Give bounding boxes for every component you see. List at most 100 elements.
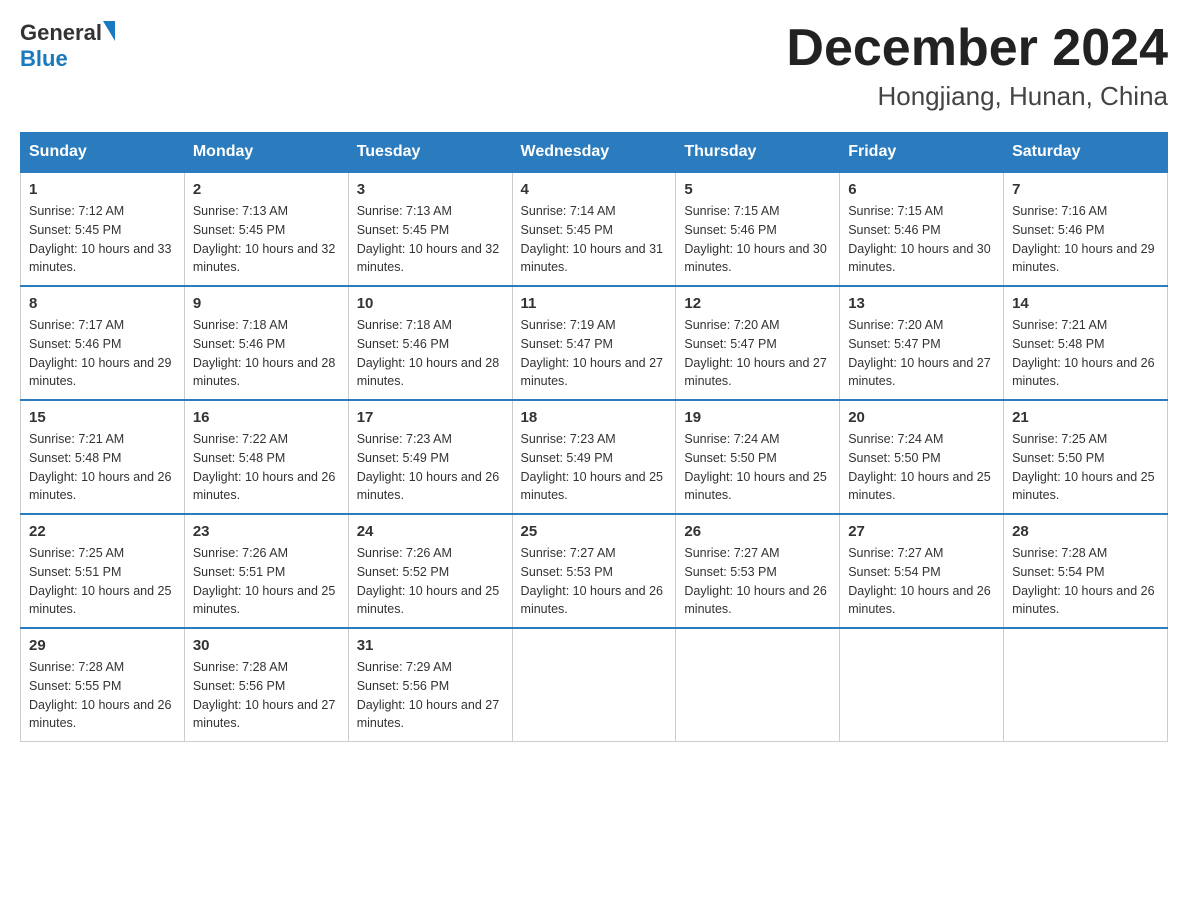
- weekday-header-tuesday: Tuesday: [348, 133, 512, 173]
- day-info: Sunrise: 7:23 AM Sunset: 5:49 PM Dayligh…: [357, 430, 504, 505]
- week-row-4: 22 Sunrise: 7:25 AM Sunset: 5:51 PM Dayl…: [21, 514, 1168, 628]
- logo: General Blue: [20, 20, 115, 72]
- calendar-cell: 4 Sunrise: 7:14 AM Sunset: 5:45 PM Dayli…: [512, 172, 676, 286]
- day-info: Sunrise: 7:20 AM Sunset: 5:47 PM Dayligh…: [684, 316, 831, 391]
- day-number: 12: [684, 295, 831, 312]
- calendar-header: SundayMondayTuesdayWednesdayThursdayFrid…: [21, 133, 1168, 173]
- day-number: 3: [357, 181, 504, 198]
- calendar-cell: 21 Sunrise: 7:25 AM Sunset: 5:50 PM Dayl…: [1004, 400, 1168, 514]
- weekday-header-saturday: Saturday: [1004, 133, 1168, 173]
- day-number: 2: [193, 181, 340, 198]
- calendar-cell: 5 Sunrise: 7:15 AM Sunset: 5:46 PM Dayli…: [676, 172, 840, 286]
- day-number: 24: [357, 523, 504, 540]
- day-info: Sunrise: 7:18 AM Sunset: 5:46 PM Dayligh…: [193, 316, 340, 391]
- day-number: 15: [29, 409, 176, 426]
- weekday-header-wednesday: Wednesday: [512, 133, 676, 173]
- week-row-2: 8 Sunrise: 7:17 AM Sunset: 5:46 PM Dayli…: [21, 286, 1168, 400]
- calendar-cell: 2 Sunrise: 7:13 AM Sunset: 5:45 PM Dayli…: [184, 172, 348, 286]
- day-info: Sunrise: 7:13 AM Sunset: 5:45 PM Dayligh…: [357, 202, 504, 277]
- week-row-3: 15 Sunrise: 7:21 AM Sunset: 5:48 PM Dayl…: [21, 400, 1168, 514]
- calendar-cell: [1004, 628, 1168, 742]
- week-row-5: 29 Sunrise: 7:28 AM Sunset: 5:55 PM Dayl…: [21, 628, 1168, 742]
- day-info: Sunrise: 7:28 AM Sunset: 5:55 PM Dayligh…: [29, 658, 176, 733]
- logo-triangle-icon: [103, 21, 115, 41]
- calendar-cell: 16 Sunrise: 7:22 AM Sunset: 5:48 PM Dayl…: [184, 400, 348, 514]
- day-info: Sunrise: 7:26 AM Sunset: 5:51 PM Dayligh…: [193, 544, 340, 619]
- day-number: 5: [684, 181, 831, 198]
- day-info: Sunrise: 7:23 AM Sunset: 5:49 PM Dayligh…: [521, 430, 668, 505]
- day-info: Sunrise: 7:28 AM Sunset: 5:56 PM Dayligh…: [193, 658, 340, 733]
- day-number: 8: [29, 295, 176, 312]
- day-info: Sunrise: 7:21 AM Sunset: 5:48 PM Dayligh…: [1012, 316, 1159, 391]
- calendar-cell: [840, 628, 1004, 742]
- calendar-cell: 12 Sunrise: 7:20 AM Sunset: 5:47 PM Dayl…: [676, 286, 840, 400]
- day-info: Sunrise: 7:29 AM Sunset: 5:56 PM Dayligh…: [357, 658, 504, 733]
- day-info: Sunrise: 7:16 AM Sunset: 5:46 PM Dayligh…: [1012, 202, 1159, 277]
- day-number: 18: [521, 409, 668, 426]
- logo-general-text: General: [20, 20, 102, 46]
- calendar-cell: 19 Sunrise: 7:24 AM Sunset: 5:50 PM Dayl…: [676, 400, 840, 514]
- day-info: Sunrise: 7:25 AM Sunset: 5:50 PM Dayligh…: [1012, 430, 1159, 505]
- calendar-cell: 27 Sunrise: 7:27 AM Sunset: 5:54 PM Dayl…: [840, 514, 1004, 628]
- day-info: Sunrise: 7:27 AM Sunset: 5:53 PM Dayligh…: [684, 544, 831, 619]
- weekday-header-thursday: Thursday: [676, 133, 840, 173]
- day-info: Sunrise: 7:17 AM Sunset: 5:46 PM Dayligh…: [29, 316, 176, 391]
- day-info: Sunrise: 7:15 AM Sunset: 5:46 PM Dayligh…: [848, 202, 995, 277]
- calendar-cell: 1 Sunrise: 7:12 AM Sunset: 5:45 PM Dayli…: [21, 172, 185, 286]
- calendar-cell: 26 Sunrise: 7:27 AM Sunset: 5:53 PM Dayl…: [676, 514, 840, 628]
- day-info: Sunrise: 7:26 AM Sunset: 5:52 PM Dayligh…: [357, 544, 504, 619]
- calendar-cell: 8 Sunrise: 7:17 AM Sunset: 5:46 PM Dayli…: [21, 286, 185, 400]
- calendar-cell: 30 Sunrise: 7:28 AM Sunset: 5:56 PM Dayl…: [184, 628, 348, 742]
- calendar-cell: [512, 628, 676, 742]
- day-info: Sunrise: 7:27 AM Sunset: 5:54 PM Dayligh…: [848, 544, 995, 619]
- calendar-cell: 18 Sunrise: 7:23 AM Sunset: 5:49 PM Dayl…: [512, 400, 676, 514]
- day-number: 7: [1012, 181, 1159, 198]
- calendar-cell: 23 Sunrise: 7:26 AM Sunset: 5:51 PM Dayl…: [184, 514, 348, 628]
- day-info: Sunrise: 7:22 AM Sunset: 5:48 PM Dayligh…: [193, 430, 340, 505]
- calendar-cell: 3 Sunrise: 7:13 AM Sunset: 5:45 PM Dayli…: [348, 172, 512, 286]
- calendar-body: 1 Sunrise: 7:12 AM Sunset: 5:45 PM Dayli…: [21, 172, 1168, 742]
- day-number: 25: [521, 523, 668, 540]
- day-info: Sunrise: 7:28 AM Sunset: 5:54 PM Dayligh…: [1012, 544, 1159, 619]
- day-info: Sunrise: 7:19 AM Sunset: 5:47 PM Dayligh…: [521, 316, 668, 391]
- day-number: 31: [357, 637, 504, 654]
- day-number: 16: [193, 409, 340, 426]
- day-number: 4: [521, 181, 668, 198]
- day-number: 27: [848, 523, 995, 540]
- weekday-header-monday: Monday: [184, 133, 348, 173]
- calendar-cell: 31 Sunrise: 7:29 AM Sunset: 5:56 PM Dayl…: [348, 628, 512, 742]
- day-number: 14: [1012, 295, 1159, 312]
- calendar-cell: 14 Sunrise: 7:21 AM Sunset: 5:48 PM Dayl…: [1004, 286, 1168, 400]
- calendar-cell: [676, 628, 840, 742]
- day-number: 30: [193, 637, 340, 654]
- logo-blue-text: Blue: [20, 46, 68, 71]
- calendar-cell: 9 Sunrise: 7:18 AM Sunset: 5:46 PM Dayli…: [184, 286, 348, 400]
- day-info: Sunrise: 7:27 AM Sunset: 5:53 PM Dayligh…: [521, 544, 668, 619]
- day-number: 10: [357, 295, 504, 312]
- day-number: 21: [1012, 409, 1159, 426]
- day-number: 19: [684, 409, 831, 426]
- weekday-header-row: SundayMondayTuesdayWednesdayThursdayFrid…: [21, 133, 1168, 173]
- page-header: General Blue December 2024 Hongjiang, Hu…: [20, 20, 1168, 112]
- day-info: Sunrise: 7:14 AM Sunset: 5:45 PM Dayligh…: [521, 202, 668, 277]
- location-title: Hongjiang, Hunan, China: [786, 81, 1168, 112]
- day-number: 11: [521, 295, 668, 312]
- calendar-cell: 25 Sunrise: 7:27 AM Sunset: 5:53 PM Dayl…: [512, 514, 676, 628]
- day-number: 20: [848, 409, 995, 426]
- calendar-cell: 13 Sunrise: 7:20 AM Sunset: 5:47 PM Dayl…: [840, 286, 1004, 400]
- week-row-1: 1 Sunrise: 7:12 AM Sunset: 5:45 PM Dayli…: [21, 172, 1168, 286]
- day-info: Sunrise: 7:21 AM Sunset: 5:48 PM Dayligh…: [29, 430, 176, 505]
- day-info: Sunrise: 7:24 AM Sunset: 5:50 PM Dayligh…: [848, 430, 995, 505]
- calendar-cell: 22 Sunrise: 7:25 AM Sunset: 5:51 PM Dayl…: [21, 514, 185, 628]
- day-info: Sunrise: 7:18 AM Sunset: 5:46 PM Dayligh…: [357, 316, 504, 391]
- calendar-cell: 20 Sunrise: 7:24 AM Sunset: 5:50 PM Dayl…: [840, 400, 1004, 514]
- calendar-cell: 17 Sunrise: 7:23 AM Sunset: 5:49 PM Dayl…: [348, 400, 512, 514]
- day-number: 28: [1012, 523, 1159, 540]
- calendar-cell: 10 Sunrise: 7:18 AM Sunset: 5:46 PM Dayl…: [348, 286, 512, 400]
- calendar-cell: 15 Sunrise: 7:21 AM Sunset: 5:48 PM Dayl…: [21, 400, 185, 514]
- day-info: Sunrise: 7:25 AM Sunset: 5:51 PM Dayligh…: [29, 544, 176, 619]
- calendar-cell: 29 Sunrise: 7:28 AM Sunset: 5:55 PM Dayl…: [21, 628, 185, 742]
- day-number: 17: [357, 409, 504, 426]
- day-info: Sunrise: 7:15 AM Sunset: 5:46 PM Dayligh…: [684, 202, 831, 277]
- day-number: 26: [684, 523, 831, 540]
